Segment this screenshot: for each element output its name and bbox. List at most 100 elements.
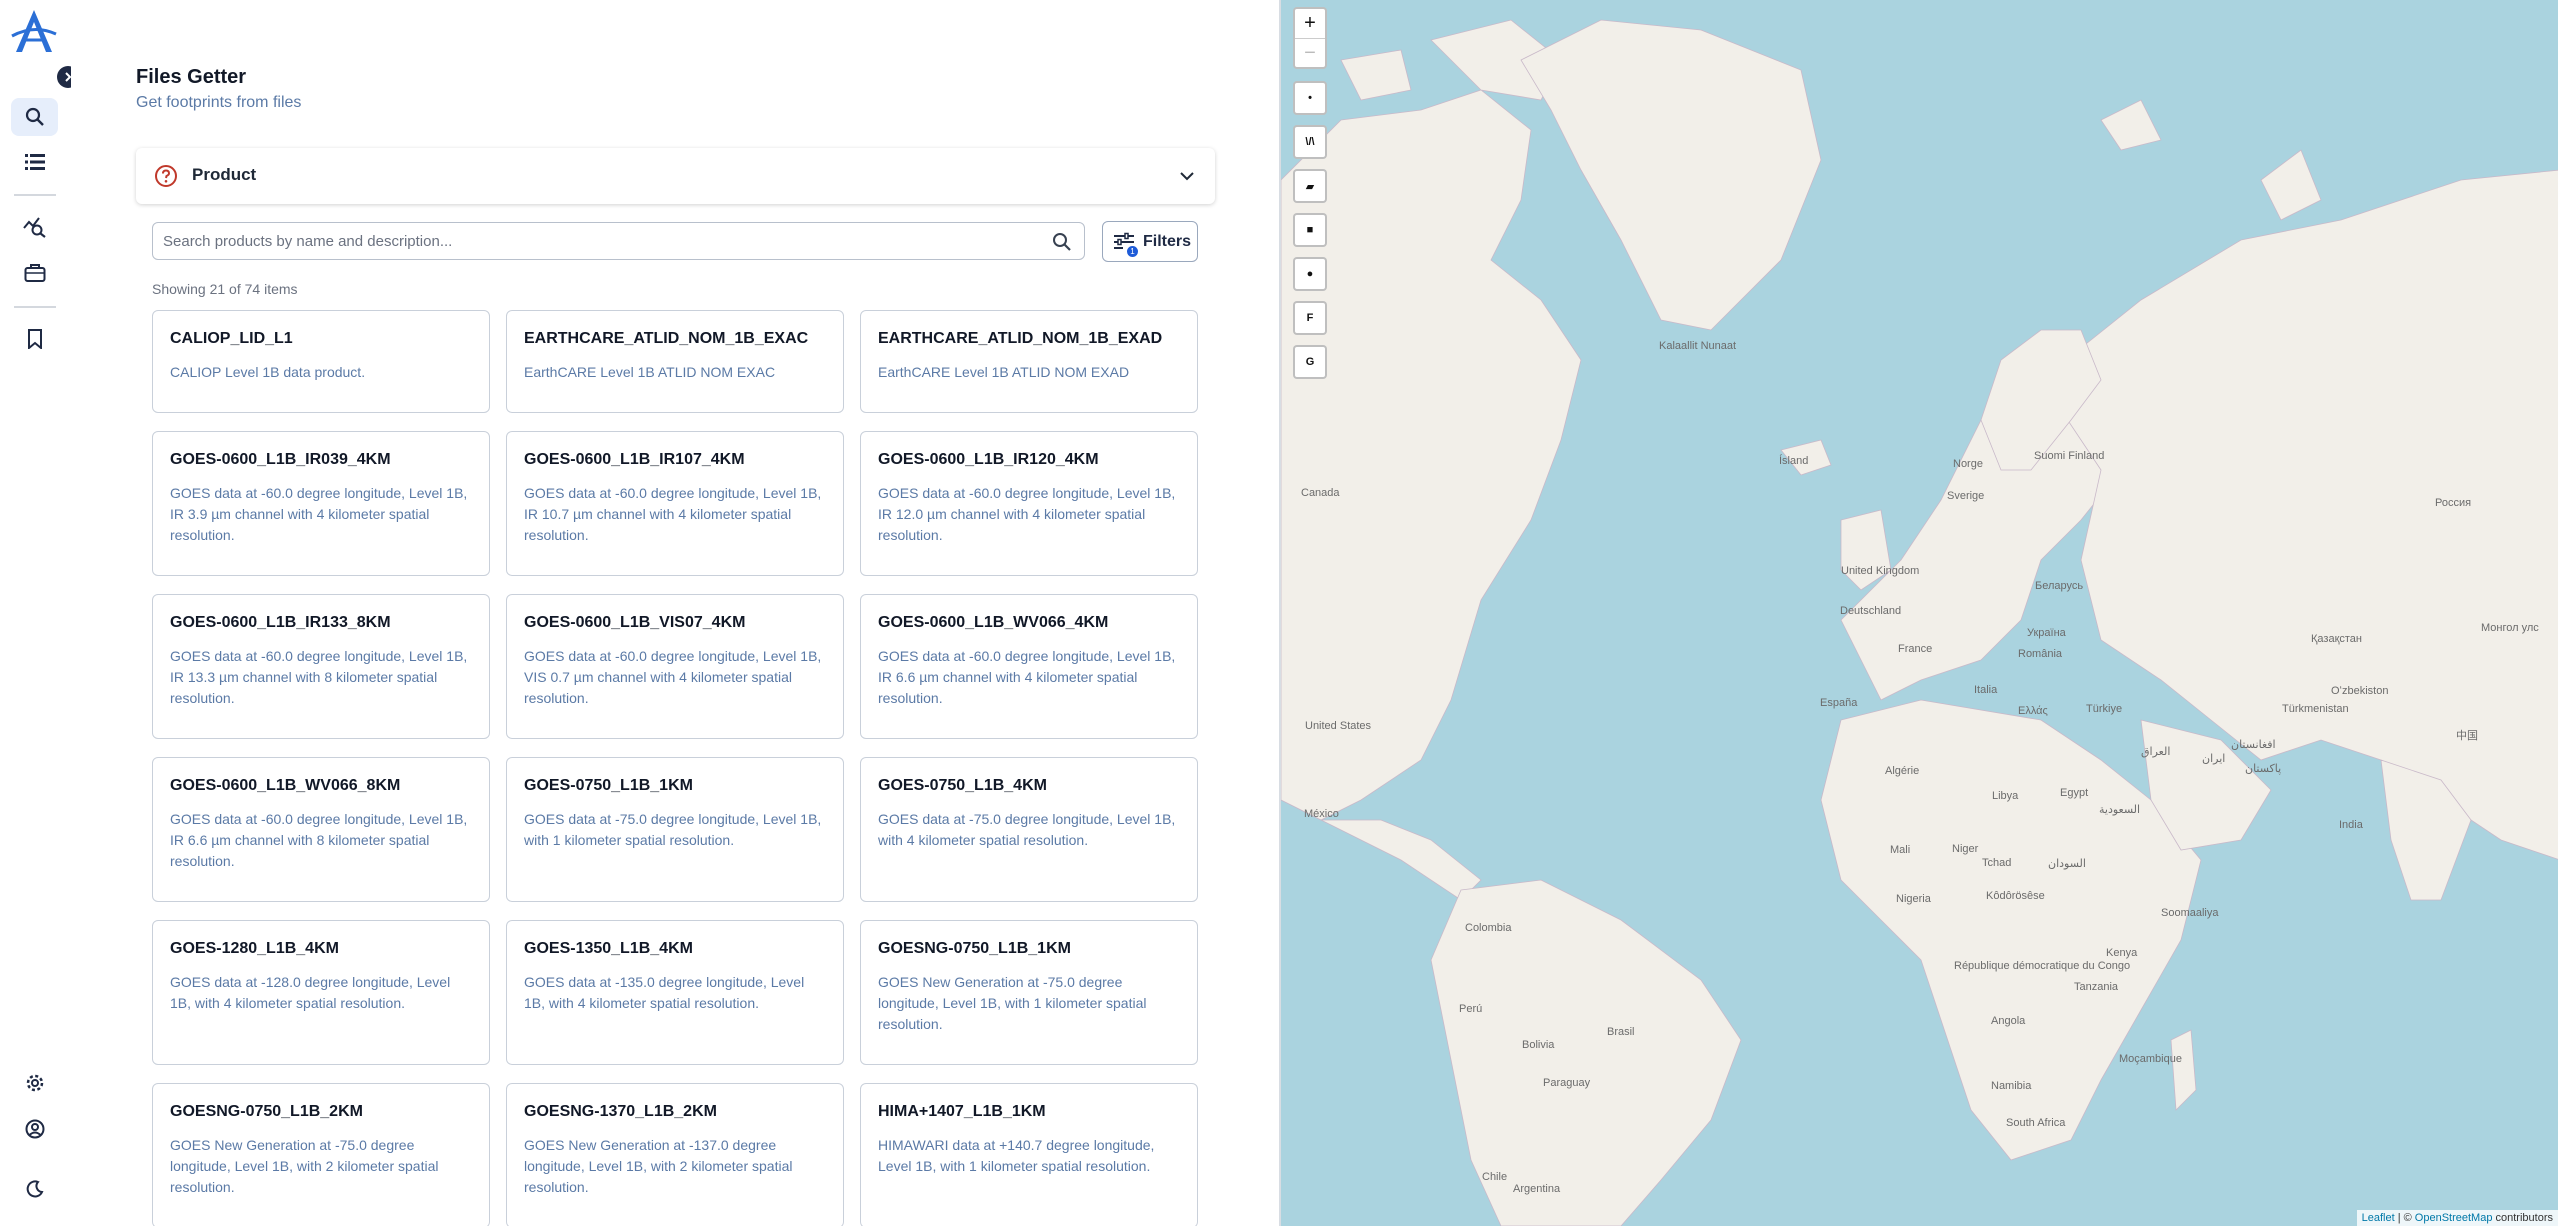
nav-settings[interactable] [11, 1064, 58, 1102]
polyline-tool-icon[interactable]: \/\ [1293, 125, 1327, 159]
product-card[interactable]: GOES-0600_L1B_IR107_4KM GOES data at -60.… [506, 431, 844, 576]
map-place-label: ایران [2202, 753, 2226, 765]
map-place-label: Nigeria [1896, 893, 1931, 905]
filters-button[interactable]: 1 Filters [1102, 221, 1198, 262]
product-card[interactable]: GOES-1350_L1B_4KM GOES data at -135.0 deg… [506, 920, 844, 1065]
map-place-label: Mali [1890, 844, 1911, 856]
map-place-label: Brasil [1607, 1026, 1635, 1038]
polygon-tool-icon[interactable]: ▰ [1293, 169, 1327, 203]
product-card-title: GOES-1280_L1B_4KM [170, 940, 339, 957]
map-place-label: Soomaaliya [2161, 907, 2219, 919]
zoom-out-button[interactable]: − [1295, 38, 1325, 67]
product-card-title: CALIOP_LID_L1 [170, 330, 293, 347]
map-place-label: Canada [1301, 487, 1340, 499]
product-card-title: GOES-1350_L1B_4KM [524, 940, 693, 957]
map-place-label: Suomi Finland [2034, 450, 2105, 462]
search-icon [25, 107, 44, 126]
nav-search[interactable] [11, 98, 58, 136]
product-card-description: GOES New Generation at -137.0 degree lon… [524, 1137, 793, 1195]
product-card-title: GOES-0750_L1B_1KM [524, 777, 693, 794]
map[interactable]: + − • \/\ ▰ ■ ● F G Kalaallit Nunaat Ísland Cana… [1279, 0, 2558, 1226]
nav-account[interactable] [11, 1110, 58, 1148]
map-place-label: Namibia [1991, 1080, 2032, 1092]
map-place-label: Україна [2027, 627, 2066, 639]
product-card[interactable]: GOES-0600_L1B_IR133_8KM GOES data at -60.… [152, 594, 490, 739]
zoom-in-button[interactable]: + [1295, 9, 1325, 38]
product-card-description: HIMAWARI data at +140.7 degree longitude… [878, 1137, 1155, 1174]
product-card-description: GOES data at -60.0 degree longitude, Lev… [170, 485, 468, 543]
f-tool-icon[interactable]: F [1293, 301, 1327, 335]
product-card[interactable]: GOESNG-1370_L1B_2KM GOES New Generation a… [506, 1083, 844, 1226]
map-place-label: Moçambique [2119, 1053, 2182, 1065]
filters-count-badge: 1 [1127, 246, 1138, 257]
product-card-description: GOES data at -60.0 degree longitude, Lev… [170, 811, 468, 869]
attribution-suffix: contributors [2495, 1212, 2553, 1224]
map-place-label: Argentina [1513, 1183, 1561, 1195]
osm-link[interactable]: OpenStreetMap [2415, 1212, 2493, 1224]
map-place-label: United Kingdom [1841, 565, 1920, 577]
nav-analytics[interactable] [11, 208, 58, 246]
map-place-label: Bolivia [1522, 1039, 1555, 1051]
map-place-label: Kalaallit Nunaat [1659, 340, 1737, 352]
product-card-title: EARTHCARE_ATLID_NOM_1B_EXAD [878, 330, 1163, 347]
map-place-label: Kôdôrösêse [1986, 890, 2045, 902]
product-card[interactable]: EARTHCARE_ATLID_NOM_1B_EXAD EarthCARE Lev… [860, 310, 1198, 413]
product-card-title: GOESNG-0750_L1B_2KM [170, 1103, 363, 1120]
g-tool-icon[interactable]: G [1293, 345, 1327, 379]
marker-tool-icon[interactable]: • [1293, 81, 1327, 115]
leaflet-link[interactable]: Leaflet [2362, 1212, 2395, 1224]
product-card[interactable]: GOES-0600_L1B_IR120_4KM GOES data at -60.… [860, 431, 1198, 576]
nav-list[interactable] [11, 143, 58, 181]
zoom-control: + − [1293, 7, 1327, 69]
moon-icon [26, 1180, 43, 1198]
product-accordion-label: Product [192, 165, 257, 184]
product-accordion[interactable]: Product [136, 148, 1215, 204]
product-card[interactable]: GOES-0600_L1B_WV066_8KM GOES data at -60.… [152, 757, 490, 902]
map-place-label: Angola [1991, 1015, 2026, 1027]
product-card[interactable]: GOESNG-0750_L1B_1KM GOES New Generation a… [860, 920, 1198, 1065]
product-card-title: GOES-0600_L1B_IR039_4KM [170, 451, 391, 468]
map-place-label: Perú [1459, 1003, 1483, 1015]
map-place-label: افغانستان [2231, 739, 2276, 751]
product-card-description: EarthCARE Level 1B ATLID NOM EXAD [878, 364, 1130, 380]
map-place-label: Libya [1992, 790, 2019, 802]
chevron-down-icon [1180, 172, 1194, 181]
product-card[interactable]: EARTHCARE_ATLID_NOM_1B_EXAC EarthCARE Lev… [506, 310, 844, 413]
list-icon [24, 154, 45, 170]
nav-workspace[interactable] [11, 254, 58, 292]
circle-tool-icon[interactable]: ● [1293, 257, 1327, 291]
map-place-label: Ísland [1779, 455, 1809, 467]
map-place-label: Niger [1952, 843, 1979, 855]
search-input[interactable] [163, 223, 1023, 259]
rectangle-tool-icon[interactable]: ■ [1293, 213, 1327, 247]
nav-bookmarks[interactable] [11, 320, 58, 358]
product-card[interactable]: GOES-0600_L1B_VIS07_4KM GOES data at -60.… [506, 594, 844, 739]
map-place-label: Tchad [1982, 857, 2012, 869]
map-place-label: السعودية [2099, 804, 2141, 816]
product-card[interactable]: GOESNG-0750_L1B_2KM GOES New Generation a… [152, 1083, 490, 1226]
nav-rail [0, 0, 79, 1226]
search-field [152, 222, 1085, 260]
app-logo[interactable] [8, 6, 60, 58]
search-icon[interactable] [1052, 232, 1072, 252]
map-place-label: Tanzania [2074, 981, 2119, 993]
map-place-label: Kenya [2106, 947, 2138, 959]
product-card[interactable]: GOES-0600_L1B_IR039_4KM GOES data at -60.… [152, 431, 490, 576]
map-place-label: India [2339, 819, 2363, 831]
bookmark-icon [27, 329, 42, 349]
map-place-label: Algérie [1885, 765, 1920, 777]
nav-theme-toggle[interactable] [11, 1170, 58, 1208]
page-subtitle: Get footprints from files [136, 94, 302, 111]
map-place-label: Қазақстан [2311, 633, 2362, 645]
product-card[interactable]: HIMA+1407_L1B_1KM HIMAWARI data at +140.7… [860, 1083, 1198, 1226]
nav-divider [14, 306, 56, 308]
map-place-label: Монгол улс [2481, 622, 2539, 634]
product-card[interactable]: GOES-0750_L1B_4KM GOES data at -75.0 degr… [860, 757, 1198, 902]
product-card-description: GOES data at -75.0 degree longitude, Lev… [878, 811, 1176, 848]
product-card[interactable]: GOES-1280_L1B_4KM GOES data at -128.0 deg… [152, 920, 490, 1065]
map-place-label: République démocratique du Congo [1954, 960, 2131, 972]
product-card-title: GOES-0600_L1B_WV066_8KM [170, 777, 401, 794]
product-card[interactable]: GOES-0750_L1B_1KM GOES data at -75.0 degr… [506, 757, 844, 902]
product-card[interactable]: CALIOP_LID_L1 CALIOP Level 1B data produc… [152, 310, 490, 413]
product-card[interactable]: GOES-0600_L1B_WV066_4KM GOES data at -60.… [860, 594, 1198, 739]
